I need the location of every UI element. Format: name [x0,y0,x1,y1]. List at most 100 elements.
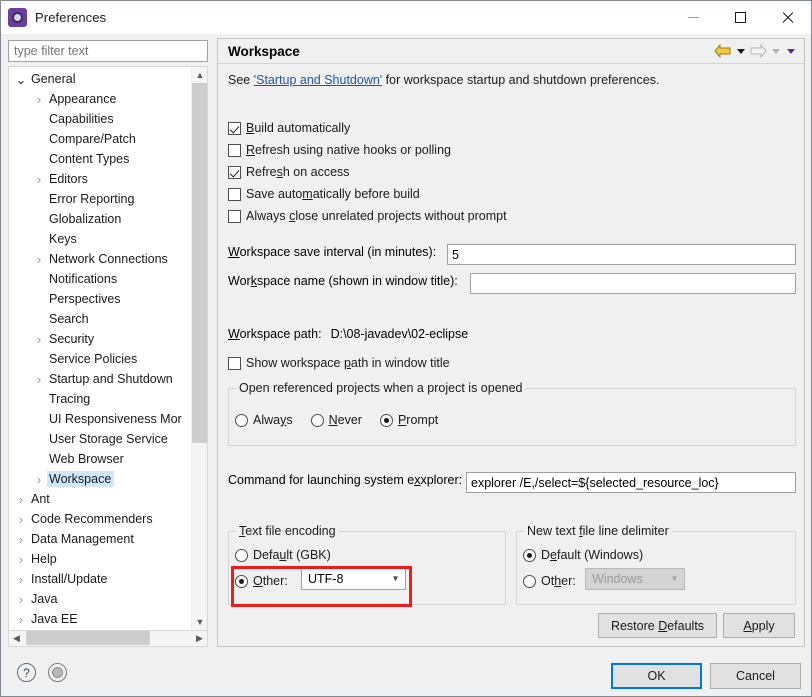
checkbox-row-refresh-using-native-hooks-or-polling[interactable]: Refresh using native hooks or polling [228,139,507,161]
radio[interactable] [310,413,324,427]
chevron-right-icon[interactable]: › [13,593,29,606]
chevron-right-icon[interactable]: › [13,553,29,566]
scroll-right-icon[interactable]: ▶ [192,631,207,645]
sidebar-item-appearance[interactable]: › Appearance [9,89,191,109]
sidebar-item-java-ee[interactable]: › Java EE [9,609,191,629]
apply-button[interactable]: Apply [723,613,795,638]
sidebar-item-compare-patch[interactable]: Compare/Patch [9,129,191,149]
show-workspace-path-row[interactable]: Show workspace path in window title [228,352,450,374]
chevron-right-icon[interactable]: › [13,613,29,626]
checkbox[interactable] [228,209,241,223]
referenced-projects-option-prompt[interactable]: Prompt [379,409,439,431]
tree-horizontal-scrollbar[interactable]: ◀ ▶ [8,631,208,647]
sidebar-item-content-types[interactable]: Content Types [9,149,191,169]
checkbox[interactable] [228,121,241,135]
sidebar-item-label: Startup and Shutdown [49,372,173,386]
restore-defaults-button[interactable]: Restore Defaults [598,613,717,638]
scroll-down-icon[interactable]: ▼ [192,614,207,630]
referenced-projects-option-always[interactable]: Always [235,409,293,431]
sidebar-item-startup-and-shutdown[interactable]: › Startup and Shutdown [9,369,191,389]
minimize-button[interactable] [670,1,717,33]
scroll-left-icon[interactable]: ◀ [9,631,24,645]
vertical-scroll-thumb[interactable] [192,83,207,443]
preferences-tree[interactable]: ⌄ General › Appearance Capabilities Compare/P… [8,66,208,631]
horizontal-scroll-thumb[interactable] [26,631,150,645]
checkbox-row-always-close-unrelated-projects-without-prompt[interactable]: Always close unrelated projects without … [228,205,507,227]
delimiter-default-radio[interactable] [523,548,536,562]
back-arrow-icon[interactable] [714,43,732,60]
close-button[interactable] [764,1,811,33]
sidebar-item-network-connections[interactable]: › Network Connections [9,249,191,269]
explorer-command-row: Command for launching system exxplorer: [228,473,462,487]
chevron-right-icon[interactable]: › [31,473,47,486]
radio[interactable] [235,413,248,427]
chevron-right-icon[interactable]: › [31,373,47,386]
sidebar-item-capabilities[interactable]: Capabilities [9,109,191,129]
chevron-right-icon[interactable]: › [31,93,47,106]
checkbox[interactable] [228,187,241,201]
checkbox-row-refresh-on-access[interactable]: Refresh on access [228,161,507,183]
sidebar-item-search[interactable]: Search [9,309,191,329]
delimiter-default-row[interactable]: Default (Windows) [523,544,643,566]
radio-label: Prompt [397,413,439,427]
sidebar-item-general[interactable]: ⌄ General [9,69,191,89]
sidebar-item-user-storage-service[interactable]: User Storage Service [9,429,191,449]
sidebar-item-service-policies[interactable]: Service Policies [9,349,191,369]
ok-button[interactable]: OK [611,663,702,689]
sidebar-item-security[interactable]: › Security [9,329,191,349]
radio[interactable] [379,413,393,427]
sidebar-item-data-management[interactable]: › Data Management [9,529,191,549]
chevron-right-icon[interactable]: › [13,533,29,546]
panel-menu-icon[interactable] [784,44,797,60]
encoding-other-radio[interactable] [235,574,248,588]
checkbox-label: Refresh using native hooks or polling [246,143,451,157]
chevron-down-icon[interactable]: ⌄ [13,73,29,86]
delimiter-other-row[interactable]: Other: [523,570,576,592]
chevron-right-icon[interactable]: › [13,513,29,526]
save-interval-input[interactable] [447,244,796,265]
sidebar-item-help[interactable]: › Help [9,549,191,569]
filter-input[interactable] [8,40,208,62]
sidebar-item-java[interactable]: › Java [9,589,191,609]
cancel-button[interactable]: Cancel [710,663,801,689]
chevron-right-icon[interactable]: › [31,333,47,346]
encoding-default-row[interactable]: Default (GBK) [235,544,331,566]
referenced-projects-option-never[interactable]: Never [310,409,362,431]
sidebar-item-keys[interactable]: Keys [9,229,191,249]
workspace-name-input[interactable] [470,273,796,294]
maximize-icon [735,11,746,23]
encoding-other-combo[interactable]: UTF-8 ▾ [301,568,406,590]
sidebar-item-install-update[interactable]: › Install/Update [9,569,191,589]
chevron-right-icon[interactable]: › [13,493,29,506]
encoding-other-row[interactable]: Other: [235,570,288,592]
sidebar-item-editors[interactable]: › Editors [9,169,191,189]
explorer-command-input[interactable] [466,472,796,493]
back-dropdown-icon[interactable] [734,44,747,60]
checkbox-row-build-automatically[interactable]: Build automatically [228,117,507,139]
sidebar-item-workspace[interactable]: › Workspace [9,469,191,489]
maximize-button[interactable] [717,1,764,33]
scroll-up-icon[interactable]: ▲ [192,67,207,83]
sidebar-item-web-browser[interactable]: Web Browser [9,449,191,469]
sidebar-item-error-reporting[interactable]: Error Reporting [9,189,191,209]
checkbox[interactable] [228,143,241,157]
delimiter-other-radio[interactable] [523,574,536,588]
sidebar-item-notifications[interactable]: Notifications [9,269,191,289]
encoding-default-radio[interactable] [235,548,248,562]
sidebar-item-ui-responsiveness-mor[interactable]: UI Responsiveness Mor [9,409,191,429]
sidebar-item-perspectives[interactable]: Perspectives [9,289,191,309]
startup-shutdown-link[interactable]: 'Startup and Shutdown' [254,73,382,87]
chevron-right-icon[interactable]: › [13,573,29,586]
sidebar-item-ant[interactable]: › Ant [9,489,191,509]
sidebar-item-globalization[interactable]: Globalization [9,209,191,229]
sidebar-item-tracing[interactable]: Tracing [9,389,191,409]
chevron-right-icon[interactable]: › [31,253,47,266]
sidebar-item-code-recommenders[interactable]: › Code Recommenders [9,509,191,529]
help-icon[interactable]: ? [17,663,36,682]
tree-vertical-scrollbar[interactable]: ▲ ▼ [191,67,207,630]
chevron-right-icon[interactable]: › [31,173,47,186]
pin-icon[interactable] [48,663,67,682]
checkbox[interactable] [228,165,241,179]
checkbox-row-save-automatically-before-build[interactable]: Save automatically before build [228,183,507,205]
show-workspace-path-checkbox[interactable] [228,356,241,370]
